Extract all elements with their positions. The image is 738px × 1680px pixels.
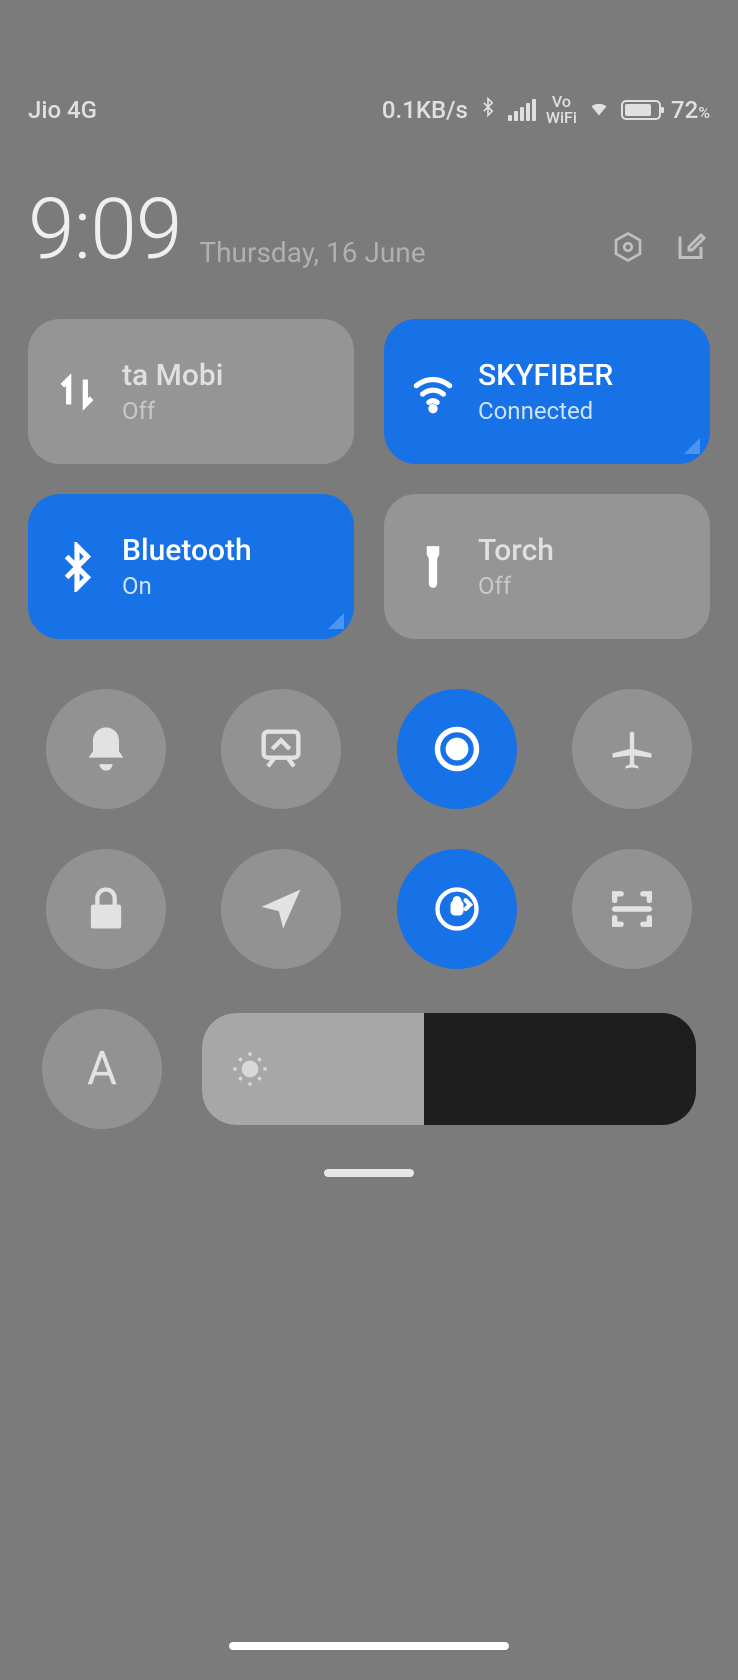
vowifi-bottom: WiFi xyxy=(546,108,577,127)
battery-level xyxy=(625,104,651,116)
brightness-row: A xyxy=(0,969,738,1129)
torch-title: Torch xyxy=(478,533,554,568)
lock-icon xyxy=(80,883,132,935)
mute-tile[interactable] xyxy=(46,689,166,809)
dark-mode-icon xyxy=(431,723,483,775)
auto-rotate-tile[interactable] xyxy=(397,849,517,969)
torch-icon xyxy=(408,542,458,592)
battery-percent: 72% xyxy=(671,96,710,124)
sun-icon xyxy=(230,1049,270,1089)
gesture-nav-bar[interactable] xyxy=(229,1642,509,1650)
rotation-lock-icon xyxy=(431,883,483,935)
location-tile[interactable] xyxy=(221,849,341,969)
carrier-label: Jio 4G xyxy=(28,96,97,124)
screenshot-icon xyxy=(255,723,307,775)
wifi-status-icon xyxy=(587,96,611,124)
brightness-fill xyxy=(202,1013,424,1125)
battery-icon xyxy=(621,100,661,120)
location-arrow-icon xyxy=(255,883,307,935)
wifi-title: SKYFIBER xyxy=(478,358,613,393)
dark-mode-tile[interactable] xyxy=(397,689,517,809)
airplane-mode-tile[interactable] xyxy=(572,689,692,809)
bluetooth-icon xyxy=(52,542,102,592)
lock-tile[interactable] xyxy=(46,849,166,969)
wifi-tile[interactable]: SKYFIBER Connected xyxy=(384,319,710,464)
quick-tiles-large: ta Mobi Off SKYFIBER Connected Bluetooth… xyxy=(0,299,738,659)
quick-tiles-round xyxy=(0,659,738,969)
bluetooth-status: On xyxy=(122,572,252,600)
bluetooth-status-icon xyxy=(478,95,498,125)
bluetooth-title: Bluetooth xyxy=(122,533,252,568)
panel-header: 9:09 Thursday, 16 June xyxy=(0,140,738,299)
settings-icon[interactable] xyxy=(610,229,646,265)
bell-icon xyxy=(80,723,132,775)
status-bar: Jio 4G 0.1KB/s Vo WiFi 72% xyxy=(0,80,738,140)
mobile-data-status: Off xyxy=(122,397,223,425)
expand-indicator-icon xyxy=(328,613,344,629)
bluetooth-tile[interactable]: Bluetooth On xyxy=(28,494,354,639)
auto-brightness-label: A xyxy=(87,1042,117,1096)
auto-brightness-tile[interactable]: A xyxy=(42,1009,162,1129)
vowifi-icon: Vo WiFi xyxy=(546,94,577,126)
wifi-icon xyxy=(408,367,458,417)
status-right: 0.1KB/s Vo WiFi 72% xyxy=(382,94,710,126)
mobile-data-tile[interactable]: ta Mobi Off xyxy=(28,319,354,464)
clock-time: 9:09 xyxy=(28,180,181,279)
scan-icon xyxy=(606,883,658,935)
screenshot-tile[interactable] xyxy=(221,689,341,809)
airplane-icon xyxy=(606,723,658,775)
expand-indicator-icon xyxy=(684,438,700,454)
signal-icon xyxy=(508,99,536,121)
scanner-tile[interactable] xyxy=(572,849,692,969)
network-speed: 0.1KB/s xyxy=(382,96,468,124)
torch-tile[interactable]: Torch Off xyxy=(384,494,710,639)
panel-drag-handle[interactable] xyxy=(324,1169,414,1177)
clock-date: Thursday, 16 June xyxy=(199,236,592,279)
wifi-status: Connected xyxy=(478,397,613,425)
brightness-slider[interactable] xyxy=(202,1013,696,1125)
torch-status: Off xyxy=(478,572,554,600)
mobile-data-title: ta Mobi xyxy=(122,358,223,393)
mobile-data-icon xyxy=(52,367,102,417)
edit-icon[interactable] xyxy=(674,229,710,265)
